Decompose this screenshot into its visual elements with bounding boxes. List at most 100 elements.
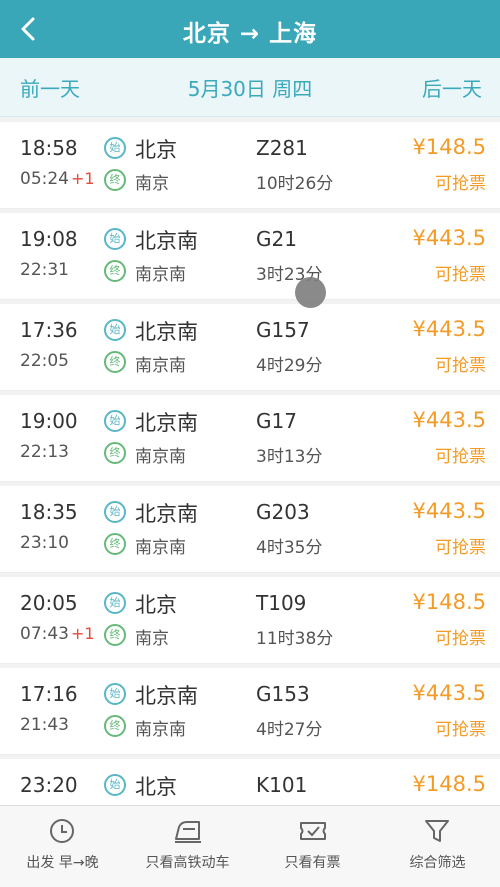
high-speed-only-label: 只看高铁动车	[145, 855, 230, 871]
departure-time: 17:36	[20, 318, 78, 342]
train-list: 18:58 05:24 +1 始 终 北京 南京 Z281 10时26分 ¥148…	[0, 122, 500, 805]
start-station-badge: 始	[104, 592, 126, 614]
high-speed-only-tab[interactable]: 只看高铁动车	[125, 806, 250, 887]
from-station: 北京	[135, 593, 177, 617]
train-number: G203	[256, 500, 310, 524]
start-station-badge: 始	[104, 683, 126, 705]
arrival-time-value: 21:43	[20, 715, 69, 735]
departure-time: 17:16	[20, 682, 78, 706]
end-station-badge: 终	[104, 169, 126, 191]
next-day-marker: +1	[71, 624, 95, 643]
page-title: 北京 → 上海	[182, 21, 318, 47]
departure-time: 20:05	[20, 591, 78, 615]
to-station: 南京南	[135, 720, 186, 740]
train-number: K101	[256, 773, 308, 797]
from-station: 北京南	[135, 684, 198, 708]
departure-time: 23:20	[20, 773, 78, 797]
end-station-badge: 终	[104, 533, 126, 555]
touch-indicator	[295, 277, 326, 308]
train-number: Z281	[256, 136, 308, 160]
train-row[interactable]: 19:08 22:31 始 终 北京南 南京南 G21 3时23分 ¥443.5…	[0, 213, 500, 300]
from-station: 北京	[135, 138, 177, 162]
start-station-badge: 始	[104, 410, 126, 432]
combined-filter-tab[interactable]: 综合筛选	[375, 806, 500, 887]
arrival-time: 21:43	[20, 715, 71, 735]
from-station: 北京南	[135, 229, 198, 253]
sort-departure-tab[interactable]: 出发 早→晚	[0, 806, 125, 887]
trip-duration: 3时13分	[256, 447, 323, 467]
arrival-time-value: 22:05	[20, 351, 69, 371]
arrival-time: 05:24 +1	[20, 169, 95, 189]
ticket-status[interactable]: 可抢票	[435, 351, 486, 376]
available-only-tab[interactable]: 只看有票	[250, 806, 375, 887]
arrival-time: 22:05	[20, 351, 71, 371]
departure-time: 19:08	[20, 227, 78, 251]
end-station-badge: 终	[104, 260, 126, 282]
ticket-price: ¥443.5	[412, 681, 486, 705]
arrival-time: 22:13	[20, 442, 71, 462]
to-station: 南京南	[135, 538, 186, 558]
ticket-price: ¥443.5	[412, 226, 486, 250]
trip-duration: 4时35分	[256, 538, 323, 558]
to-station: 南京	[135, 174, 169, 194]
start-station-badge: 始	[104, 501, 126, 523]
trip-duration: 10时26分	[256, 174, 334, 194]
next-day-button[interactable]: 后一天	[422, 73, 482, 102]
trip-duration: 4时27分	[256, 720, 323, 740]
start-station-badge: 始	[104, 774, 126, 796]
end-station-badge: 终	[104, 351, 126, 373]
ticket-price: ¥148.5	[412, 135, 486, 159]
trip-duration: 11时38分	[256, 629, 334, 649]
train-number: G157	[256, 318, 310, 342]
start-station-badge: 始	[104, 319, 126, 341]
bottom-filter-bar: 出发 早→晚 只看高铁动车 只看有票 综合筛选	[0, 805, 500, 887]
arrival-time: 22:31	[20, 260, 71, 280]
combined-filter-label: 综合筛选	[409, 855, 466, 871]
ticket-status[interactable]: 可抢票	[435, 169, 486, 194]
to-station: 南京南	[135, 356, 186, 376]
date-bar: 前一天 5月30日 周四 后一天	[0, 58, 500, 117]
train-number: T109	[256, 591, 307, 615]
arrival-time-value: 22:13	[20, 442, 69, 462]
sort-departure-label: 出发 早→晚	[26, 855, 99, 871]
header-bar: 北京 → 上海	[0, 0, 500, 58]
ticket-price: ¥443.5	[412, 317, 486, 341]
departure-time: 19:00	[20, 409, 78, 433]
end-station-badge: 终	[104, 715, 126, 737]
train-number: G21	[256, 227, 297, 251]
end-station-badge: 终	[104, 624, 126, 646]
ticket-status[interactable]: 可抢票	[435, 442, 486, 467]
to-station: 南京南	[135, 265, 186, 285]
train-icon	[175, 821, 201, 843]
ticket-price: ¥443.5	[412, 408, 486, 432]
ticket-price: ¥148.5	[412, 772, 486, 796]
ticket-icon	[300, 822, 326, 840]
available-only-label: 只看有票	[284, 855, 341, 871]
ticket-status[interactable]: 可抢票	[435, 715, 486, 740]
from-station: 北京南	[135, 320, 198, 344]
train-row[interactable]: 17:36 22:05 始 终 北京南 南京南 G157 4时29分 ¥443.…	[0, 304, 500, 391]
departure-time: 18:58	[20, 136, 78, 160]
ticket-price: ¥148.5	[412, 590, 486, 614]
train-row[interactable]: 23:20 始 北京 K101 ¥148.5	[0, 759, 500, 805]
ticket-status[interactable]: 可抢票	[435, 624, 486, 649]
train-row[interactable]: 19:00 22:13 始 终 北京南 南京南 G17 3时13分 ¥443.5…	[0, 395, 500, 482]
arrival-time: 23:10	[20, 533, 71, 553]
from-station: 北京南	[135, 502, 198, 526]
trip-duration: 4时29分	[256, 356, 323, 376]
to-station: 南京	[135, 629, 169, 649]
from-station: 北京	[135, 775, 177, 799]
ticket-status[interactable]: 可抢票	[435, 533, 486, 558]
end-station-badge: 终	[104, 442, 126, 464]
arrival-time: 07:43 +1	[20, 624, 95, 644]
next-day-marker: +1	[71, 169, 95, 188]
train-row[interactable]: 17:16 21:43 始 终 北京南 南京南 G153 4时27分 ¥443.…	[0, 668, 500, 755]
ticket-status[interactable]: 可抢票	[435, 260, 486, 285]
departure-time: 18:35	[20, 500, 78, 524]
train-row[interactable]: 20:05 07:43 +1 始 终 北京 南京 T109 11时38分 ¥148…	[0, 577, 500, 664]
train-row[interactable]: 18:35 23:10 始 终 北京南 南京南 G203 4时35分 ¥443.…	[0, 486, 500, 573]
train-number: G17	[256, 409, 297, 433]
train-row[interactable]: 18:58 05:24 +1 始 终 北京 南京 Z281 10时26分 ¥148…	[0, 122, 500, 209]
arrival-time-value: 07:43	[20, 624, 69, 644]
from-station: 北京南	[135, 411, 198, 435]
